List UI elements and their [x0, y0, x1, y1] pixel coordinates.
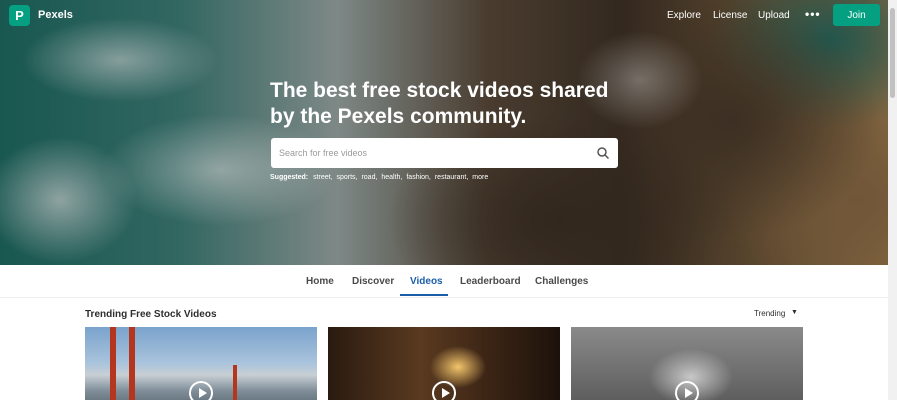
nav-upload-link[interactable]: Upload: [758, 10, 790, 21]
top-navigation: P Pexels Explore License Upload ••• Join: [0, 0, 888, 32]
suggested-label: Suggested:: [270, 174, 309, 181]
search-bar: [271, 138, 618, 168]
suggestion-sports[interactable]: sports,: [336, 174, 357, 181]
scrollbar-thumb[interactable]: [890, 8, 895, 98]
search-icon[interactable]: [596, 146, 610, 160]
suggestion-more[interactable]: more: [472, 174, 488, 181]
more-menu-icon[interactable]: •••: [805, 7, 821, 21]
tab-challenges[interactable]: Challenges: [535, 276, 588, 287]
pexels-logo-icon[interactable]: P: [9, 5, 30, 26]
sort-dropdown[interactable]: Trending: [754, 309, 785, 318]
video-thumbnail[interactable]: [571, 327, 803, 400]
tab-discover[interactable]: Discover: [352, 276, 394, 287]
tab-videos[interactable]: Videos: [410, 276, 443, 287]
chevron-down-icon[interactable]: ▼: [791, 309, 798, 316]
active-tab-indicator: [400, 294, 448, 296]
tab-home[interactable]: Home: [306, 276, 334, 287]
nav-explore-link[interactable]: Explore: [667, 10, 701, 21]
suggested-searches: Suggested: street, sports, road, health,…: [270, 174, 490, 181]
page: P Pexels Explore License Upload ••• Join…: [0, 0, 897, 400]
tab-leaderboard[interactable]: Leaderboard: [460, 276, 521, 287]
section-title: Trending Free Stock Videos: [85, 309, 217, 320]
video-thumbnail[interactable]: [328, 327, 560, 400]
bridge-far-tower: [233, 365, 237, 400]
join-button[interactable]: Join: [833, 4, 880, 26]
suggestion-health[interactable]: health,: [381, 174, 402, 181]
play-icon[interactable]: [432, 381, 456, 400]
bridge-tower-left: [110, 327, 116, 400]
hero-headline: The best free stock videos shared by the…: [270, 79, 609, 128]
video-thumbnail[interactable]: [85, 327, 317, 400]
suggestion-restaurant[interactable]: restaurant,: [435, 174, 468, 181]
play-icon[interactable]: [189, 381, 213, 400]
play-icon[interactable]: [675, 381, 699, 400]
suggestion-street[interactable]: street,: [313, 174, 332, 181]
suggestion-road[interactable]: road,: [361, 174, 377, 181]
search-input[interactable]: [279, 145, 579, 161]
bridge-tower-right: [129, 327, 135, 400]
brand-name[interactable]: Pexels: [38, 9, 73, 21]
suggestion-fashion[interactable]: fashion,: [406, 174, 431, 181]
nav-license-link[interactable]: License: [713, 10, 747, 21]
hero-banner: [0, 0, 888, 265]
